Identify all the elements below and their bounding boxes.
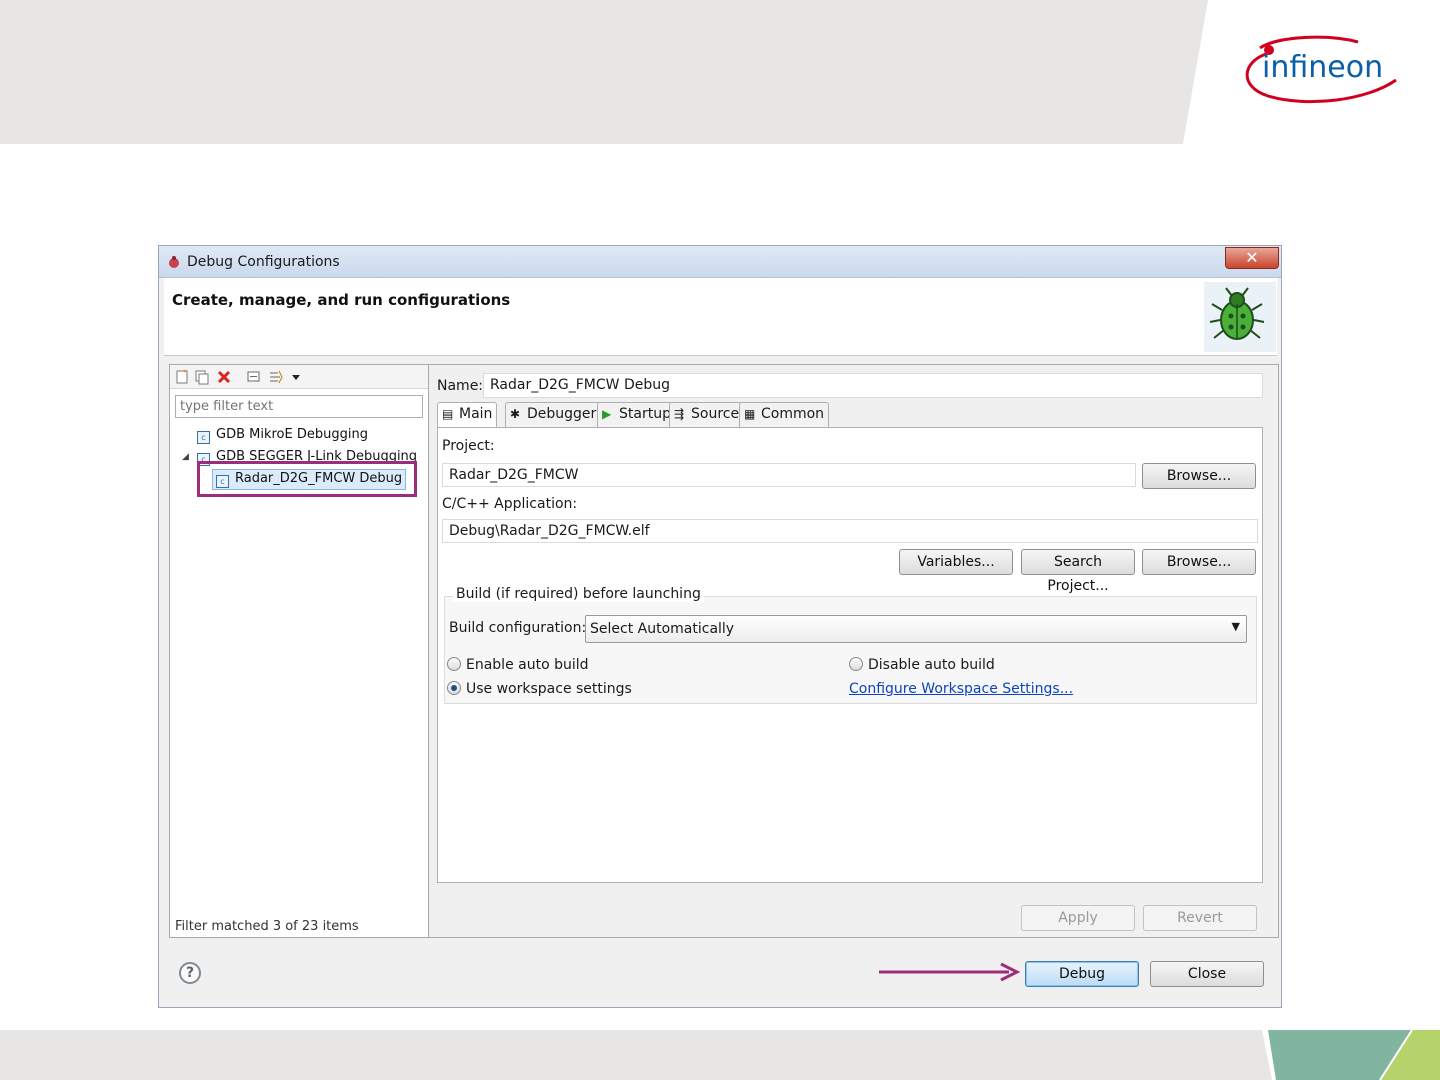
common-tab-icon: ▦ (744, 407, 756, 421)
tab-source[interactable]: ⇶ Source (669, 402, 745, 427)
name-field[interactable]: Radar_D2G_FMCW Debug (483, 373, 1263, 398)
help-icon[interactable]: ? (179, 962, 201, 984)
tab-label: Source (691, 406, 740, 422)
new-config-icon[interactable] (174, 369, 190, 385)
project-label: Project: (442, 438, 495, 454)
radio-off-icon (849, 657, 863, 671)
filter-status: Filter matched 3 of 23 items (175, 919, 359, 934)
radio-on-icon (447, 681, 461, 695)
config-toolbar (170, 365, 428, 389)
main-tab-icon: ▤ (442, 407, 454, 421)
header-title: Create, manage, and run configurations (172, 291, 511, 309)
brand-name: infineon (1262, 50, 1384, 85)
application-field[interactable]: Debug\Radar_D2G_FMCW.elf (442, 519, 1258, 543)
debugger-tab-icon: ✱ (510, 407, 521, 421)
name-label: Name: (437, 378, 484, 394)
tab-label: Startup (619, 406, 671, 422)
main-tab-content: Project: Radar_D2G_FMCW Browse... C/C++ … (437, 427, 1263, 883)
build-config-value: Select Automatically (590, 621, 735, 637)
duplicate-icon[interactable] (194, 369, 210, 385)
disable-auto-build-radio[interactable]: Disable auto build (849, 657, 995, 673)
apply-button[interactable]: Apply (1021, 905, 1135, 931)
configuration-editor-panel: Name: Radar_D2G_FMCW Debug ▤ Main ✱ Debugg… (429, 364, 1279, 938)
debug-button[interactable]: Debug (1025, 961, 1139, 987)
radio-off-icon (447, 657, 461, 671)
build-config-select[interactable]: Select Automatically ▼ (585, 615, 1247, 643)
build-group-title: Build (if required) before launching (453, 586, 704, 602)
tab-startup[interactable]: ▶ Startup (597, 402, 676, 427)
tree-item-label: GDB MikroE Debugging (216, 427, 368, 442)
project-browse-button[interactable]: Browse... (1142, 463, 1256, 489)
tab-debugger[interactable]: ✱ Debugger (505, 402, 602, 427)
use-workspace-settings-radio[interactable]: Use workspace settings (447, 681, 632, 697)
filter-input[interactable] (175, 395, 423, 418)
dialog-header: Create, manage, and run configurations (164, 278, 1277, 356)
configure-workspace-link[interactable]: Configure Workspace Settings... (849, 681, 1073, 697)
search-project-button[interactable]: Search Project... (1021, 549, 1135, 594)
title-bar[interactable]: Debug Configurations ✕ (159, 246, 1281, 278)
source-tab-icon: ⇶ (674, 407, 685, 421)
collapse-all-icon[interactable] (246, 369, 262, 385)
dropdown-icon[interactable] (288, 369, 304, 385)
bug-icon (1204, 282, 1276, 352)
tab-label: Main (459, 406, 493, 422)
application-label: C/C++ Application: (442, 496, 578, 512)
configuration-list-panel: cGDB MikroE Debugging ◢ cGDB SEGGER J-Li… (169, 364, 429, 938)
radio-label: Enable auto build (466, 657, 589, 673)
project-field[interactable]: Radar_D2G_FMCW (442, 463, 1136, 487)
eclipse-bug-icon (169, 256, 179, 268)
tab-main[interactable]: ▤ Main (437, 402, 498, 428)
radio-label: Disable auto build (868, 657, 995, 673)
selection-highlight-box (197, 461, 417, 497)
slide-header-band (0, 0, 1208, 144)
tab-common[interactable]: ▦ Common (739, 402, 830, 427)
filter-icon[interactable] (268, 369, 284, 385)
build-group: Build (if required) before launching Bui… (444, 586, 1257, 704)
enable-auto-build-radio[interactable]: Enable auto build (447, 657, 589, 673)
variables-button[interactable]: Variables... (899, 549, 1013, 575)
c-config-icon: c (197, 431, 210, 444)
tree-item-gdb-mikroe[interactable]: c GDB MikroE Debugging (197, 427, 368, 444)
window-title: Debug Configurations (187, 254, 340, 270)
revert-button[interactable]: Revert (1143, 905, 1257, 931)
close-button[interactable]: Close (1150, 961, 1264, 987)
tab-label: Debugger (527, 406, 597, 422)
corner-decoration (1262, 1030, 1440, 1080)
startup-tab-icon: ▶ (602, 407, 612, 421)
expand-toggle-icon[interactable]: ◢ (182, 452, 189, 462)
tab-label: Common (761, 406, 825, 422)
delete-icon[interactable] (216, 369, 232, 385)
slide-footer-band (0, 1030, 1440, 1080)
close-icon[interactable]: ✕ (1225, 247, 1279, 269)
build-config-label: Build configuration: (449, 620, 587, 636)
chevron-down-icon: ▼ (1231, 620, 1240, 633)
radio-label: Use workspace settings (466, 681, 632, 697)
pointer-arrow (879, 962, 1021, 982)
debug-configurations-dialog: Debug Configurations ✕ Create, manage, a… (158, 245, 1282, 1008)
application-browse-button[interactable]: Browse... (1142, 549, 1256, 575)
